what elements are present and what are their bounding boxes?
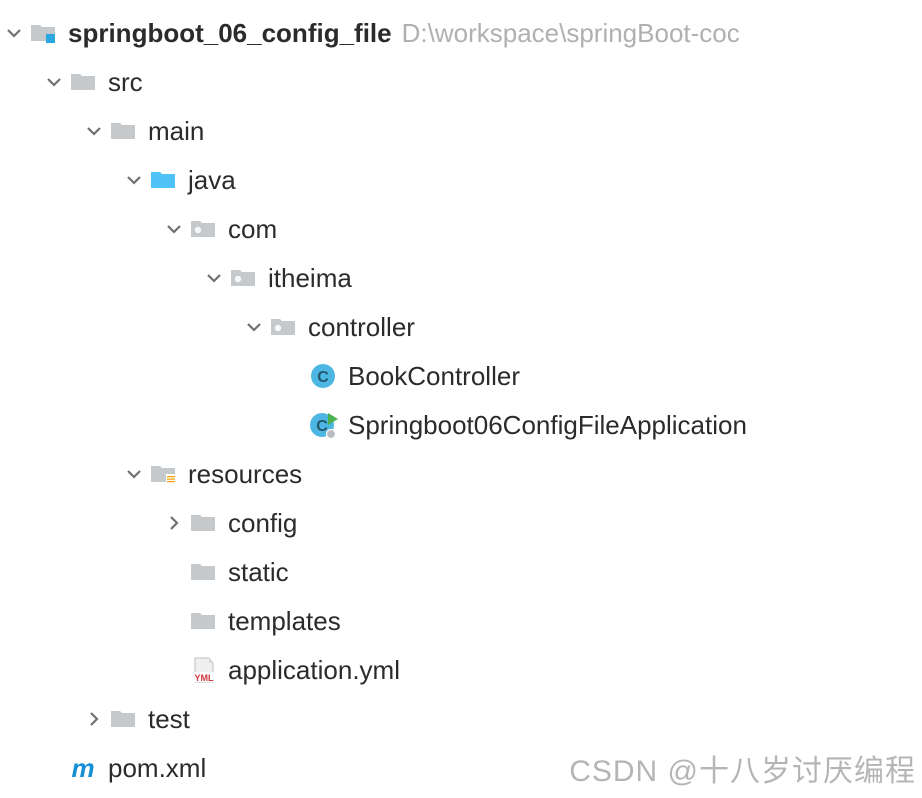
node-label: src — [108, 69, 143, 95]
chevron-down-icon[interactable] — [160, 221, 188, 237]
tree-node-resources[interactable]: resources — [0, 449, 922, 498]
chevron-down-icon[interactable] — [0, 25, 28, 41]
module-folder-icon — [28, 18, 58, 48]
package-folder-icon — [268, 312, 298, 342]
tree-node-src[interactable]: src — [0, 57, 922, 106]
tree-node-com[interactable]: com — [0, 204, 922, 253]
package-folder-icon — [188, 214, 218, 244]
node-label: config — [228, 510, 297, 536]
node-label: springboot_06_config_file — [68, 20, 392, 46]
chevron-right-icon[interactable] — [160, 515, 188, 531]
node-path-hint: D:\workspace\springBoot-coc — [402, 20, 740, 46]
node-label: itheima — [268, 265, 352, 291]
project-tree: springboot_06_config_file D:\workspace\s… — [0, 0, 922, 792]
resources-folder-icon — [148, 459, 178, 489]
folder-icon — [188, 606, 218, 636]
tree-node-templates[interactable]: templates — [0, 596, 922, 645]
node-label: application.yml — [228, 657, 400, 683]
chevron-down-icon[interactable] — [120, 172, 148, 188]
tree-node-controller[interactable]: controller — [0, 302, 922, 351]
node-label: BookController — [348, 363, 520, 389]
java-runnable-class-icon — [308, 410, 338, 440]
chevron-down-icon[interactable] — [120, 466, 148, 482]
node-label: templates — [228, 608, 341, 634]
node-label: main — [148, 118, 204, 144]
node-label: static — [228, 559, 289, 585]
tree-node-static[interactable]: static — [0, 547, 922, 596]
node-label: Springboot06ConfigFileApplication — [348, 412, 747, 438]
tree-node-main[interactable]: main — [0, 106, 922, 155]
folder-icon — [188, 557, 218, 587]
yml-file-icon — [188, 655, 218, 685]
node-label: pom.xml — [108, 755, 206, 781]
tree-node-application-class[interactable]: Springboot06ConfigFileApplication — [0, 400, 922, 449]
folder-icon — [68, 67, 98, 97]
chevron-down-icon[interactable] — [80, 123, 108, 139]
java-class-icon — [308, 361, 338, 391]
source-folder-icon — [148, 165, 178, 195]
tree-node-bookcontroller[interactable]: BookController — [0, 351, 922, 400]
chevron-right-icon[interactable] — [80, 711, 108, 727]
node-label: com — [228, 216, 277, 242]
tree-node-config[interactable]: config — [0, 498, 922, 547]
folder-icon — [108, 116, 138, 146]
node-label: controller — [308, 314, 415, 340]
node-label: test — [148, 706, 190, 732]
chevron-down-icon[interactable] — [240, 319, 268, 335]
tree-node-test[interactable]: test — [0, 694, 922, 743]
tree-node-application-yml[interactable]: application.yml — [0, 645, 922, 694]
node-label: resources — [188, 461, 302, 487]
tree-node-pom[interactable]: pom.xml — [0, 743, 922, 792]
tree-node-java[interactable]: java — [0, 155, 922, 204]
tree-node-itheima[interactable]: itheima — [0, 253, 922, 302]
folder-icon — [108, 704, 138, 734]
maven-file-icon — [68, 753, 98, 783]
folder-icon — [188, 508, 218, 538]
package-folder-icon — [228, 263, 258, 293]
chevron-down-icon[interactable] — [40, 74, 68, 90]
chevron-down-icon[interactable] — [200, 270, 228, 286]
node-label: java — [188, 167, 236, 193]
tree-node-root[interactable]: springboot_06_config_file D:\workspace\s… — [0, 8, 922, 57]
